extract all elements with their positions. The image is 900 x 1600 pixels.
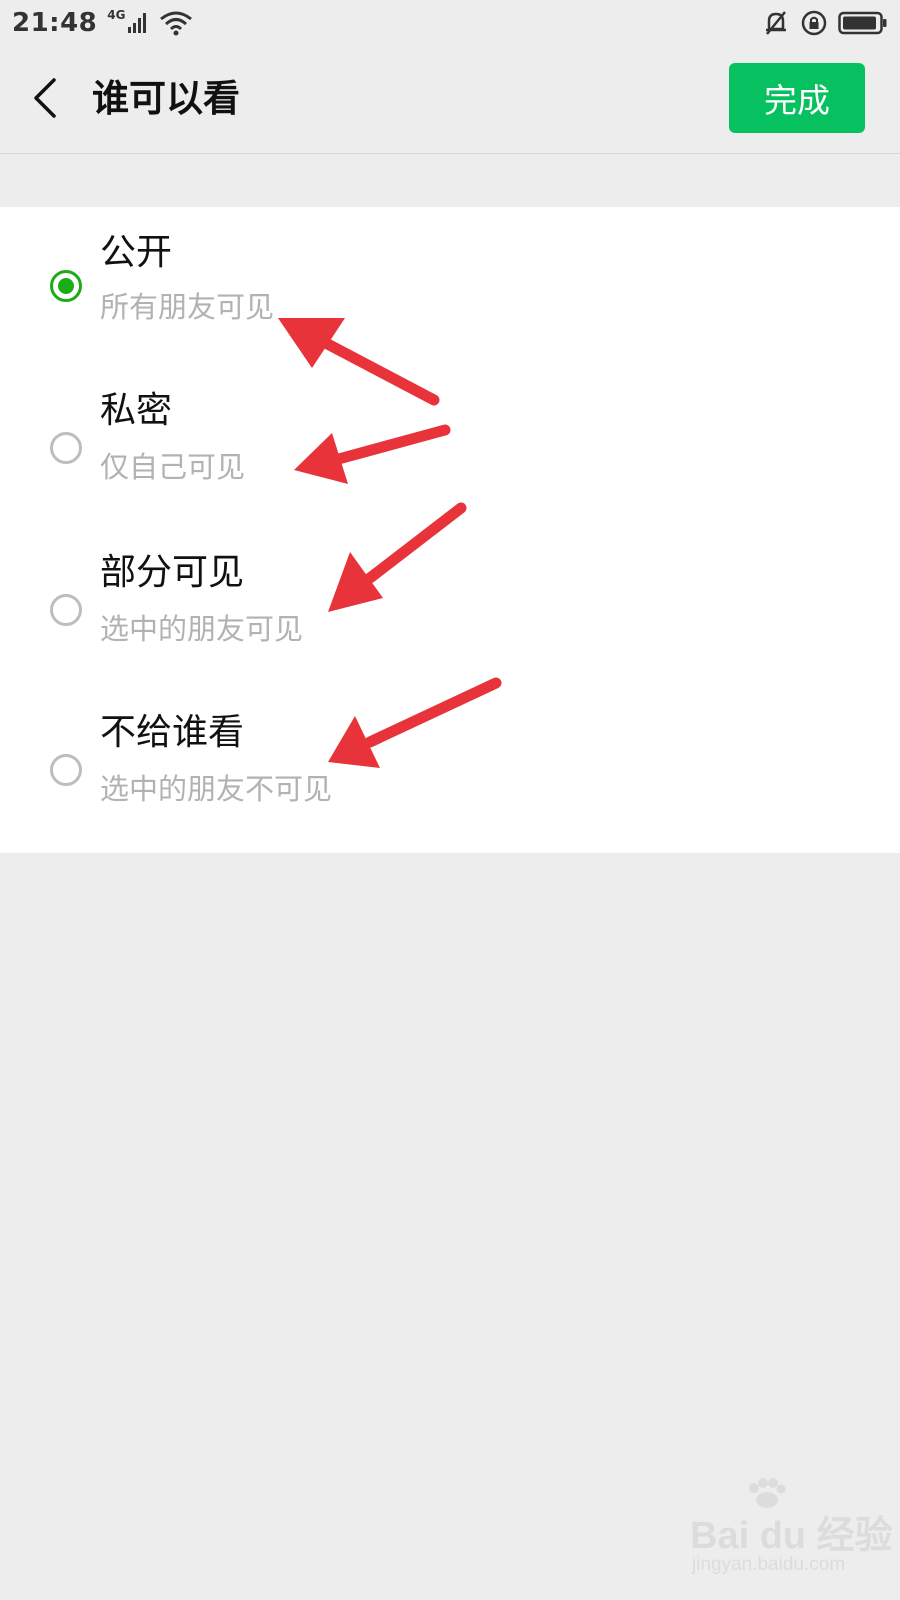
option-title: 不给谁看 [100, 712, 245, 753]
radio-unchecked-icon[interactable] [50, 432, 82, 464]
radio-unchecked-icon[interactable] [50, 594, 82, 626]
visibility-options-list: 公开 所有朋友可见 私密 仅自己可见 部分可见 选中的朋友可见 不给谁看 选中的… [0, 207, 900, 853]
done-button[interactable]: 完成 [729, 63, 865, 133]
bell-off-icon [762, 9, 790, 37]
radio-unchecked-icon[interactable] [50, 754, 82, 786]
option-desc: 仅自己可见 [100, 450, 246, 484]
option-partial[interactable]: 部分可见 选中的朋友可见 [0, 527, 900, 687]
rotation-lock-icon [800, 9, 828, 37]
option-desc: 选中的朋友不可见 [100, 772, 333, 806]
signal-icon [127, 12, 149, 34]
back-arrow-icon[interactable] [28, 76, 68, 120]
nav-bar: 谁可以看 完成 [0, 46, 900, 154]
battery-icon [838, 11, 888, 35]
option-desc: 选中的朋友可见 [100, 612, 304, 646]
status-time: 21:48 [12, 8, 98, 38]
network-type: 4G [107, 8, 126, 22]
option-public[interactable]: 公开 所有朋友可见 [0, 207, 900, 367]
option-title: 私密 [100, 390, 173, 431]
option-exclude[interactable]: 不给谁看 选中的朋友不可见 [0, 687, 900, 847]
status-left: 21:48 4G [12, 8, 193, 38]
baidu-jingyan-watermark: Bai du 经验 jingyan.baidu.com [690, 1478, 893, 1588]
wifi-icon [159, 10, 193, 36]
radio-checked-icon[interactable] [50, 270, 82, 302]
watermark-url: jingyan.baidu.com [692, 1554, 846, 1575]
option-title: 部分可见 [100, 552, 245, 593]
status-right [762, 9, 888, 37]
status-bar: 21:48 4G [0, 0, 900, 46]
option-desc: 所有朋友可见 [100, 290, 275, 324]
page-title: 谁可以看 [92, 77, 240, 120]
option-private[interactable]: 私密 仅自己可见 [0, 367, 900, 527]
watermark-brand: Bai du 经验 [690, 1515, 893, 1557]
option-title: 公开 [100, 232, 173, 273]
